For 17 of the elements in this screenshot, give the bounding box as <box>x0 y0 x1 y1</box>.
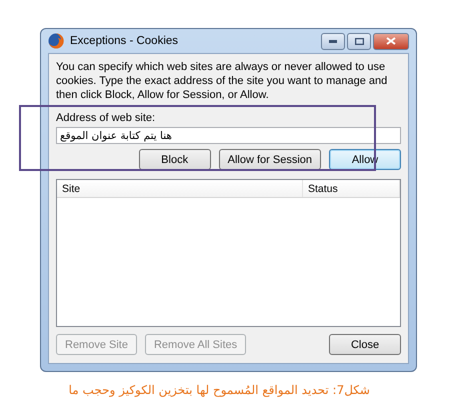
figure-caption: شكل7: تحديد المواقع المُسموح لها بتخزين الكوكيز وحجب ما <box>68 383 370 397</box>
column-header[interactable]: Status <box>303 180 400 197</box>
maximize-button[interactable] <box>347 32 371 50</box>
minimize-icon <box>329 40 337 42</box>
firefox-icon <box>48 33 64 49</box>
dialog-button[interactable]: Close <box>329 334 401 355</box>
minimize-button[interactable] <box>321 32 345 50</box>
dialog-button[interactable]: Allow for Session <box>218 149 321 170</box>
close-icon <box>386 37 396 45</box>
close-button[interactable] <box>373 32 409 50</box>
dialog-button[interactable]: Block <box>138 149 211 170</box>
window-title: Exceptions - Cookies <box>70 35 178 47</box>
column-header[interactable]: Site <box>57 180 303 197</box>
field-label: Address of web site: <box>56 112 156 124</box>
description-text: You can specify which web sites are always or never allowed to use cookies. Type the exact address of the site you want to manage and then click Block, Allow for Session, or Allow. <box>56 60 388 102</box>
maximize-icon <box>354 38 364 44</box>
address-field[interactable]: هنا يتم كتابة عنوان الموقع <box>56 127 401 144</box>
